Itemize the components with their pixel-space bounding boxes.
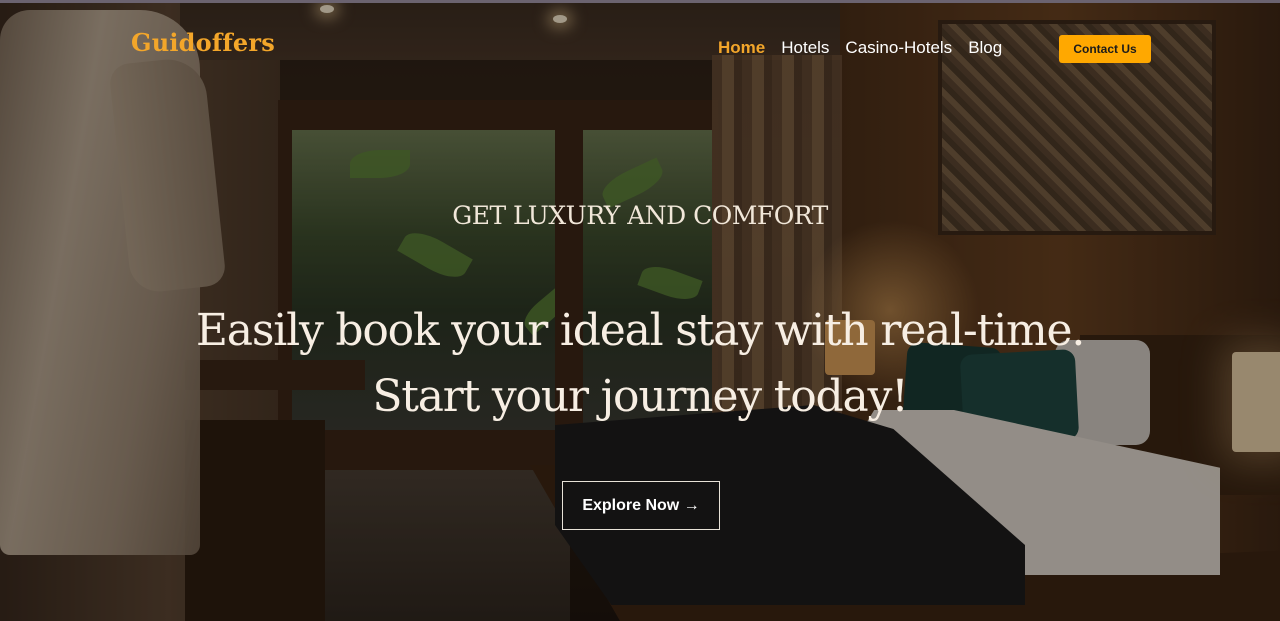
explore-now-button[interactable]: Explore Now → [562,481,720,530]
nav-hotels[interactable]: Hotels [781,38,829,58]
main-nav: Home Hotels Casino-Hotels Blog [718,38,1002,58]
nav-home[interactable]: Home [718,38,765,58]
contact-us-button[interactable]: Contact Us [1059,35,1151,63]
nav-blog[interactable]: Blog [968,38,1002,58]
hero-headline-line-1: Easily book your ideal stay with real-ti… [195,305,1085,356]
hero-headline-line-2: Start your journey today! [372,371,909,422]
site-header: Guidoffers Home Hotels Casino-Hotels Blo… [0,0,1280,95]
hero-headline: Easily book your ideal stay with real-ti… [0,298,1280,430]
nav-casino-hotels[interactable]: Casino-Hotels [845,38,952,58]
site-logo[interactable]: Guidoffers [131,28,275,57]
hero-eyebrow: GET LUXURY AND COMFORT [452,201,828,230]
